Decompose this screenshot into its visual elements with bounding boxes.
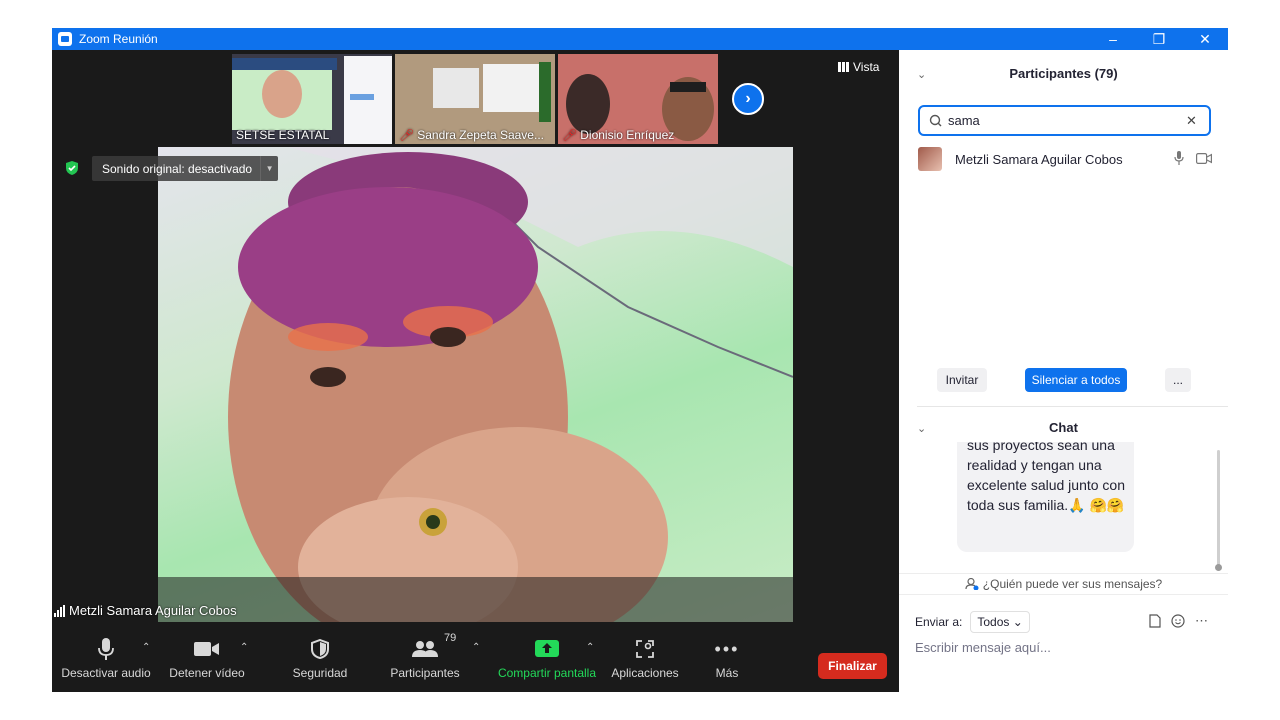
participants-options-caret-icon[interactable]: ⌃ xyxy=(472,642,480,653)
more-options-icon[interactable]: ⋯ xyxy=(1195,613,1208,629)
chat-scrollbar[interactable] xyxy=(1217,450,1220,568)
view-button[interactable]: Vista xyxy=(838,60,879,74)
chat-message-bubble: sus proyectos sean una realidad y tengan… xyxy=(957,442,1134,552)
send-to-value: Todos xyxy=(977,615,1010,629)
title-bar: Zoom Reunión – ❐ ✕ xyxy=(52,28,1228,50)
participants-count: 79 xyxy=(444,632,457,644)
clear-search-icon[interactable]: ✕ xyxy=(1186,113,1197,129)
signal-bars-icon xyxy=(54,604,65,617)
send-to-label: Enviar a: xyxy=(915,615,963,629)
shield-check-icon xyxy=(66,161,78,175)
search-input[interactable] xyxy=(948,113,1178,128)
speaker-name: Metzli Samara Aguilar Cobos xyxy=(69,603,237,618)
chevron-down-icon: ⌄ xyxy=(1012,615,1023,629)
video-area: SETSE ESTATAL 🎤︎ Sandra Zepeta Saave... 🎤… xyxy=(52,50,899,622)
chat-scroll-thumb[interactable] xyxy=(1215,564,1222,571)
meeting-toolbar: Desactivar audio ⌃ Detener vídeo ⌃ Segur… xyxy=(52,622,899,692)
security-button[interactable]: Seguridad xyxy=(288,636,352,680)
audio-options-caret-icon[interactable]: ⌃ xyxy=(142,642,150,653)
chevron-right-icon: › xyxy=(745,90,751,107)
stop-video-label: Detener vídeo xyxy=(169,666,245,680)
participants-button[interactable]: 79 Participantes xyxy=(388,632,462,680)
microphone-icon xyxy=(98,638,114,660)
zoom-app-icon xyxy=(58,32,72,46)
file-icon[interactable] xyxy=(1149,614,1161,628)
mic-muted-icon: 🎤︎ xyxy=(399,128,415,142)
avatar xyxy=(918,147,942,171)
apps-button[interactable]: Aplicaciones xyxy=(610,636,680,680)
restore-button[interactable]: ❐ xyxy=(1136,28,1182,50)
shield-icon xyxy=(311,639,329,659)
participants-more-button[interactable]: ... xyxy=(1165,368,1191,392)
thumbnail-name: Dionisio Enríquez xyxy=(580,128,675,142)
mute-all-button[interactable]: Silenciar a todos xyxy=(1025,368,1127,392)
emoji-icon[interactable] xyxy=(1171,614,1185,628)
participant-thumbnail[interactable]: 🎤︎ Dionisio Enríquez xyxy=(558,54,718,144)
share-screen-button[interactable]: Compartir pantalla xyxy=(496,636,598,680)
view-label: Vista xyxy=(853,60,880,74)
end-meeting-button[interactable]: Finalizar xyxy=(818,653,887,679)
more-button[interactable]: ••• Más xyxy=(708,636,746,681)
window-title: Zoom Reunión xyxy=(79,32,158,46)
original-sound-toggle[interactable]: Sonido original: desactivado ▼ xyxy=(92,156,279,181)
participants-title: Participantes (79) xyxy=(1009,66,1118,81)
next-page-button[interactable]: › xyxy=(732,83,764,115)
close-button[interactable]: ✕ xyxy=(1182,28,1228,50)
video-camera-icon xyxy=(1196,152,1212,167)
more-label: Más xyxy=(715,666,739,680)
share-screen-icon xyxy=(535,640,559,657)
microphone-icon xyxy=(1174,151,1184,168)
participant-list-item[interactable]: Metzli Samara Aguilar Cobos xyxy=(918,146,1218,172)
search-icon xyxy=(929,114,942,126)
grid-view-icon xyxy=(838,62,849,72)
apps-label: Aplicaciones xyxy=(611,666,679,680)
apps-icon xyxy=(636,640,654,658)
chat-tools: ⋯ xyxy=(1149,613,1208,629)
share-options-caret-icon[interactable]: ⌃ xyxy=(586,642,594,653)
minimize-button[interactable]: – xyxy=(1090,28,1136,50)
share-screen-label: Compartir pantalla xyxy=(497,666,597,680)
invite-button[interactable]: Invitar xyxy=(937,368,987,392)
panel-divider xyxy=(917,406,1228,407)
participant-name: Metzli Samara Aguilar Cobos xyxy=(955,151,1123,167)
chat-title: Chat xyxy=(1049,420,1078,435)
active-speaker-video xyxy=(158,147,793,622)
speaker-name-label: Metzli Samara Aguilar Cobos xyxy=(54,603,237,618)
video-camera-icon xyxy=(194,642,219,656)
speaker-video-frame xyxy=(158,147,793,622)
person-icon xyxy=(965,578,979,590)
send-to-row: Enviar a: Todos ⌄ xyxy=(915,611,1030,633)
participants-actions: Invitar Silenciar a todos ... xyxy=(899,368,1228,392)
participant-search-field[interactable]: ✕ xyxy=(918,105,1211,136)
participant-thumbnail[interactable]: SETSE ESTATAL xyxy=(232,54,392,144)
security-label: Seguridad xyxy=(292,666,348,680)
more-dots-icon: ••• xyxy=(714,638,740,659)
original-sound-label: Sonido original: desactivado xyxy=(102,161,253,176)
mic-muted-icon: 🎤︎ xyxy=(562,128,578,142)
chat-message-input[interactable]: Escribir mensaje aquí... xyxy=(915,640,1051,655)
chevron-down-icon[interactable]: ▼ xyxy=(260,156,278,181)
mute-audio-button[interactable]: Desactivar audio xyxy=(61,636,151,680)
send-to-select[interactable]: Todos ⌄ xyxy=(970,611,1030,633)
participants-icon xyxy=(412,641,438,657)
chat-message-text: sus proyectos sean una realidad y tengan… xyxy=(967,442,1125,513)
participants-label: Participantes xyxy=(390,666,460,680)
zoom-window: Zoom Reunión – ❐ ✕ SETSE ESTATAL 🎤︎ Sand… xyxy=(52,28,1228,692)
who-can-see-label: ¿Quién puede ver sus mensajes? xyxy=(982,577,1163,591)
mute-audio-label: Desactivar audio xyxy=(61,666,151,680)
who-can-see-link[interactable]: ¿Quién puede ver sus mensajes? xyxy=(899,573,1228,595)
participant-thumbnail[interactable]: 🎤︎ Sandra Zepeta Saave... xyxy=(395,54,555,144)
side-panel: ⌄ Participantes (79) ✕ Metzli Samara Agu… xyxy=(899,50,1228,692)
thumbnail-name: Sandra Zepeta Saave... xyxy=(417,128,544,142)
video-options-caret-icon[interactable]: ⌃ xyxy=(240,642,248,653)
thumbnail-name: SETSE ESTATAL xyxy=(236,128,330,142)
stop-video-button[interactable]: Detener vídeo xyxy=(168,636,246,680)
